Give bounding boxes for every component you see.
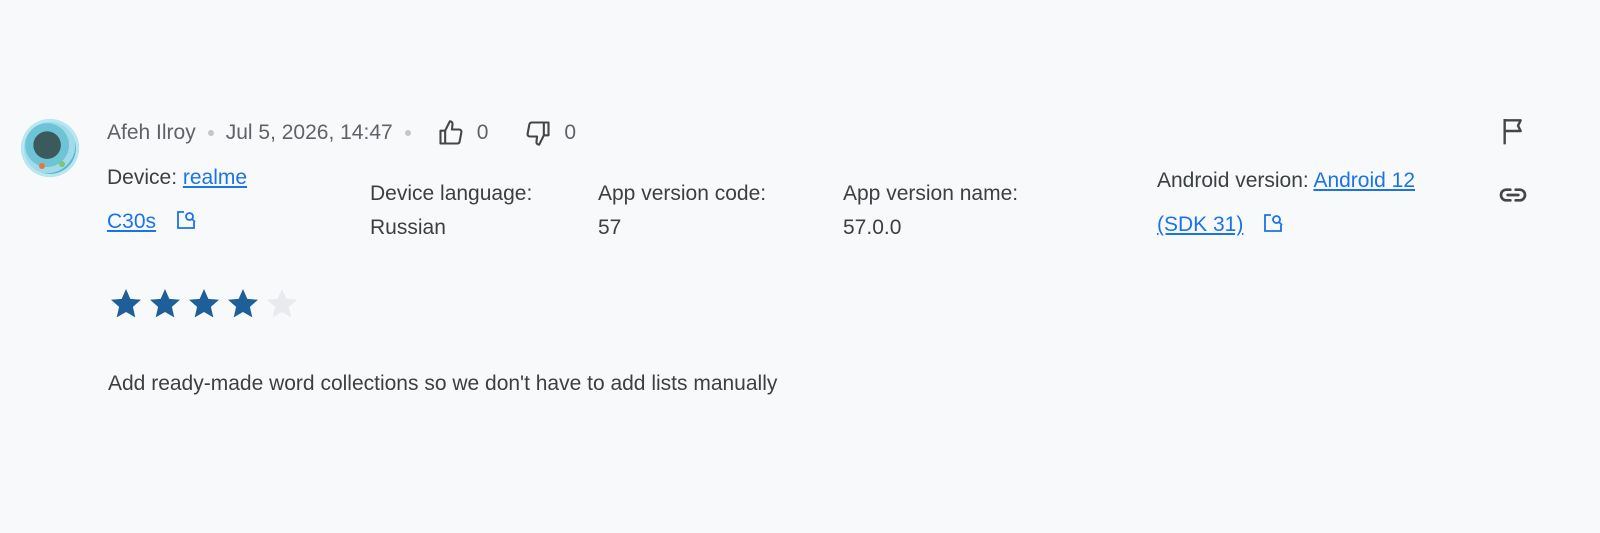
avatar-decoration [59, 161, 65, 167]
device-language-label: Device language: [370, 182, 533, 205]
avatar [21, 119, 79, 177]
separator-dot [404, 130, 411, 136]
app-version-name-label: App version name: [843, 182, 1019, 205]
star-icon [225, 286, 261, 322]
star-icon [147, 286, 183, 322]
star-rating [108, 286, 303, 322]
android-version-field: Android version: Android 12 (SDK 31) [1157, 164, 1415, 242]
device-link-continued[interactable]: C30s [107, 210, 156, 233]
review-text: Add ready-made word collections so we do… [108, 372, 778, 395]
device-language-field: Device language: Russian [370, 177, 532, 245]
thumbs-up-icon [439, 120, 463, 145]
android-version-link-continued[interactable]: (SDK 31) [1157, 213, 1243, 236]
open-in-new-icon[interactable] [174, 208, 198, 232]
thumbs-down-count: 0 [564, 121, 577, 144]
android-version-link[interactable]: Android 12 [1313, 169, 1415, 192]
thumbs-down-button[interactable]: 0 [524, 119, 576, 147]
separator-dot [207, 130, 214, 136]
device-language-value: Russian [370, 216, 446, 239]
device-label: Device: [107, 166, 178, 189]
copy-link-button[interactable] [1497, 179, 1529, 211]
link-icon [1499, 188, 1527, 202]
app-version-name-field: App version name: 57.0.0 [843, 177, 1018, 245]
device-field: Device: realme C30s [107, 161, 247, 239]
thumbs-up-count: 0 [476, 121, 489, 144]
star-icon [186, 286, 222, 322]
app-version-code-value: 57 [598, 216, 622, 239]
device-link[interactable]: realme [183, 166, 247, 189]
avatar-decoration [39, 163, 45, 169]
app-version-code-field: App version code: 57 [598, 177, 766, 245]
author-name: Afeh Ilroy [107, 121, 196, 144]
review-card: Afeh Ilroy Jul 5, 2026, 14:47 0 0 Device… [0, 0, 1600, 533]
review-meta: Afeh Ilroy Jul 5, 2026, 14:47 0 0 [107, 116, 576, 150]
flag-button[interactable] [1498, 115, 1530, 147]
app-version-name-value: 57.0.0 [843, 216, 902, 239]
thumbs-up-button[interactable]: 0 [437, 119, 489, 147]
thumbs-down-icon [526, 121, 550, 146]
star-icon [108, 286, 144, 322]
review-datetime: Jul 5, 2026, 14:47 [225, 121, 393, 144]
flag-icon [1503, 119, 1522, 145]
open-in-new-icon[interactable] [1261, 211, 1285, 235]
app-version-code-label: App version code: [598, 182, 767, 205]
star-icon [264, 286, 300, 322]
android-version-label: Android version: [1157, 169, 1309, 192]
